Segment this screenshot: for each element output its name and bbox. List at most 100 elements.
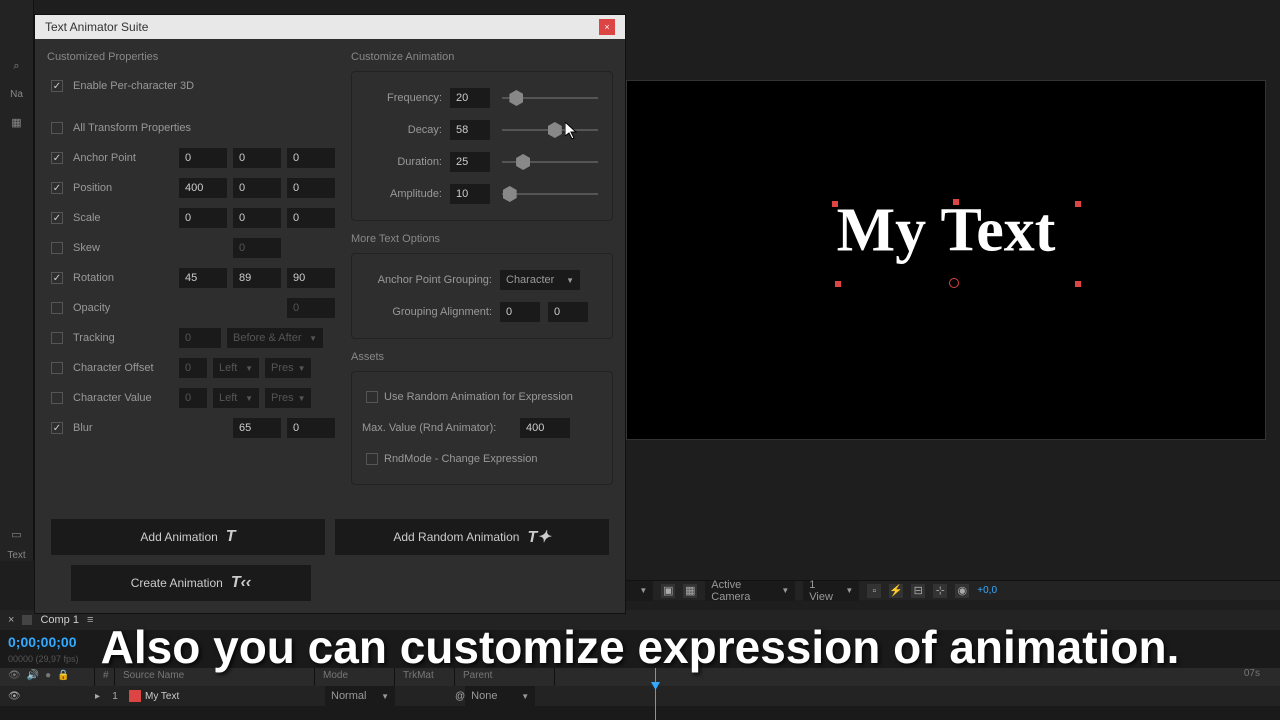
eye-icon[interactable]: 👁 — [8, 691, 21, 702]
text-icon: T — [226, 528, 236, 546]
frequency-input[interactable] — [450, 88, 490, 108]
preview-text[interactable]: My Text — [837, 196, 1056, 267]
charvalue-label: Character Value — [73, 392, 173, 404]
create-animation-button[interactable]: Create Animation T‹‹ — [71, 565, 311, 601]
charoffset-dd2[interactable]: Pres▼ — [265, 358, 311, 378]
frequency-slider[interactable] — [502, 97, 598, 99]
tracking-v0[interactable] — [179, 328, 221, 348]
charvalue-checkbox[interactable] — [51, 392, 63, 404]
anchor-grouping-dropdown[interactable]: Character▼ — [500, 270, 580, 290]
layer-color-icon[interactable] — [129, 690, 141, 702]
anchor-v0[interactable] — [179, 148, 227, 168]
layout-icon[interactable]: ▭ — [5, 522, 29, 546]
duration-input[interactable] — [450, 152, 490, 172]
rotation-v2[interactable] — [287, 268, 335, 288]
opacity-v0[interactable] — [287, 298, 335, 318]
expand-icon[interactable]: ▸ — [95, 691, 105, 702]
assets-title: Assets — [351, 351, 613, 363]
position-checkbox[interactable] — [51, 182, 63, 194]
anchor-checkbox[interactable] — [51, 152, 63, 164]
exposure-value[interactable]: +0,0 — [977, 585, 997, 596]
max-value-input[interactable] — [520, 418, 570, 438]
charoffset-dd1[interactable]: Left▼ — [213, 358, 259, 378]
handle[interactable] — [953, 199, 959, 205]
position-v1[interactable] — [233, 178, 281, 198]
use-random-checkbox[interactable] — [366, 391, 378, 403]
charvalue-dd1[interactable]: Left▼ — [213, 388, 259, 408]
solo-icon[interactable]: ● — [45, 670, 51, 684]
add-random-animation-button[interactable]: Add Random Animation T✦ — [335, 519, 609, 555]
fast-icon[interactable]: ⚡ — [889, 584, 903, 598]
handle[interactable] — [832, 201, 838, 207]
lock-icon[interactable]: 🔒 — [57, 670, 69, 684]
close-tab-icon[interactable]: × — [8, 614, 14, 626]
camera-dropdown[interactable]: Active Camera▼ — [705, 581, 795, 601]
handle[interactable] — [835, 281, 841, 287]
position-v2[interactable] — [287, 178, 335, 198]
all-transform-checkbox[interactable] — [51, 122, 63, 134]
search-icon[interactable]: ⌕ — [5, 54, 29, 78]
comp-color-icon — [22, 615, 32, 625]
skew-checkbox[interactable] — [51, 242, 63, 254]
view-dropdown[interactable]: 1 View▼ — [803, 581, 859, 601]
rnd-mode-label: RndMode - Change Expression — [384, 453, 537, 465]
max-value-label: Max. Value (Rnd Animator): — [362, 422, 512, 434]
charvalue-dd2[interactable]: Pres▼ — [265, 388, 311, 408]
mode-dropdown[interactable]: Normal▼ — [325, 686, 395, 706]
close-button[interactable]: × — [599, 19, 615, 35]
add-animation-button[interactable]: Add Animation T — [51, 519, 325, 555]
dialog-title-text: Text Animator Suite — [45, 20, 148, 34]
rotation-checkbox[interactable] — [51, 272, 63, 284]
folder-icon[interactable]: ▦ — [5, 110, 29, 134]
pickwhip-icon[interactable]: @ — [455, 691, 465, 702]
charvalue-v0[interactable] — [179, 388, 207, 408]
flowchart-icon[interactable]: ⊹ — [933, 584, 947, 598]
handle[interactable] — [1075, 201, 1081, 207]
position-v0[interactable] — [179, 178, 227, 198]
comp-tab[interactable]: Comp 1 — [40, 614, 79, 626]
grouping-align-v0[interactable] — [500, 302, 540, 322]
opacity-checkbox[interactable] — [51, 302, 63, 314]
blur-v0[interactable] — [233, 418, 281, 438]
timeline-icon[interactable]: ⊟ — [911, 584, 925, 598]
blur-checkbox[interactable] — [51, 422, 63, 434]
transparency-icon[interactable]: ▦ — [683, 584, 697, 598]
parent-dropdown[interactable]: None▼ — [465, 686, 535, 706]
audio-icon[interactable]: 🔊 — [27, 670, 39, 684]
rotation-v0[interactable] — [179, 268, 227, 288]
amplitude-input[interactable] — [450, 184, 490, 204]
amplitude-slider[interactable] — [502, 193, 598, 195]
tracking-dropdown[interactable]: Before & After▼ — [227, 328, 323, 348]
grouping-align-v1[interactable] — [548, 302, 588, 322]
roi-icon[interactable]: ▣ — [661, 584, 675, 598]
scale-v2[interactable] — [287, 208, 335, 228]
panel-icon[interactable]: Na — [5, 82, 29, 106]
scale-v1[interactable] — [233, 208, 281, 228]
decay-slider[interactable] — [502, 129, 598, 131]
scale-checkbox[interactable] — [51, 212, 63, 224]
rnd-mode-checkbox[interactable] — [366, 453, 378, 465]
scale-v0[interactable] — [179, 208, 227, 228]
charoffset-checkbox[interactable] — [51, 362, 63, 374]
preview-panel[interactable]: My Text — [626, 80, 1266, 440]
anchor-v2[interactable] — [287, 148, 335, 168]
dialog-titlebar[interactable]: Text Animator Suite × — [35, 15, 625, 39]
playhead[interactable] — [655, 668, 656, 720]
pixel-icon[interactable]: ▫ — [867, 584, 881, 598]
duration-slider[interactable] — [502, 161, 598, 163]
position-label: Position — [73, 182, 173, 194]
tab-menu-icon[interactable]: ≡ — [87, 614, 93, 626]
decay-input[interactable] — [450, 120, 490, 140]
anchor-v1[interactable] — [233, 148, 281, 168]
timeline-timecode[interactable]: 0;00;00;00 — [8, 634, 77, 650]
enable-3d-checkbox[interactable] — [51, 80, 63, 92]
skew-v0[interactable] — [233, 238, 281, 258]
handle[interactable] — [1075, 281, 1081, 287]
layer-name[interactable]: My Text — [145, 691, 325, 702]
rotation-v1[interactable] — [233, 268, 281, 288]
reset-exp-icon[interactable]: ◉ — [955, 584, 969, 598]
blur-v1[interactable] — [287, 418, 335, 438]
tracking-checkbox[interactable] — [51, 332, 63, 344]
video-icon[interactable]: 👁 — [8, 670, 21, 684]
charoffset-v0[interactable] — [179, 358, 207, 378]
